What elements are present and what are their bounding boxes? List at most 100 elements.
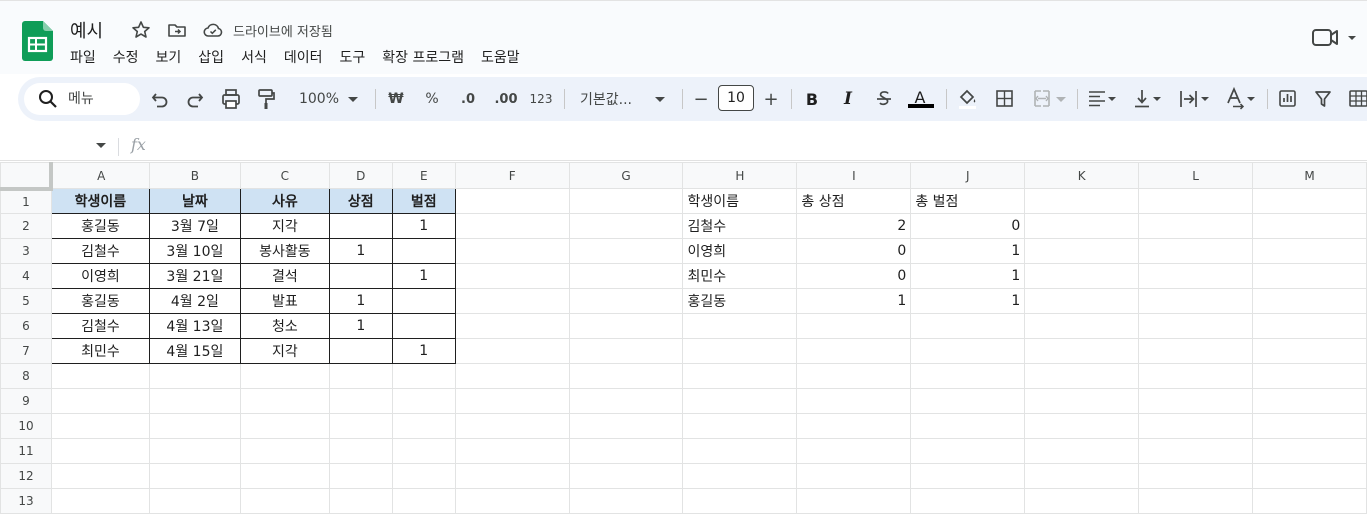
cell[interactable] [910,388,1026,414]
cell[interactable] [1138,363,1253,389]
cell-k4[interactable] [1024,263,1140,289]
cell-l7[interactable] [1138,338,1253,364]
cell[interactable] [239,413,330,439]
cell[interactable] [454,488,570,514]
cell[interactable] [1138,413,1253,439]
cell-k1[interactable] [1024,188,1140,214]
cell[interactable] [391,388,456,414]
cell[interactable] [682,488,798,514]
cell-a1[interactable]: 학생이름 [50,188,150,214]
cell-d2[interactable] [328,213,393,239]
cell-d4[interactable] [328,263,393,289]
cell[interactable] [682,438,798,464]
cell-m5[interactable] [1252,288,1367,314]
cell-l5[interactable] [1138,288,1253,314]
cell-d5[interactable]: 1 [328,288,393,314]
chevron-down-icon[interactable] [347,77,359,121]
cell-d1[interactable]: 상점 [328,188,393,214]
cell-g4[interactable] [568,263,684,289]
sheets-logo-icon[interactable] [22,21,53,61]
cell[interactable] [50,488,150,514]
cell-k5[interactable] [1024,288,1140,314]
cell-f6[interactable] [454,313,570,339]
cell[interactable] [328,488,393,514]
cell-d6[interactable]: 1 [328,313,393,339]
move-folder-icon[interactable] [167,20,187,40]
currency-format-button[interactable]: ₩ [386,77,406,121]
cell[interactable] [568,488,684,514]
cell[interactable] [239,463,330,489]
row-header[interactable]: 2 [0,213,52,239]
cell-k2[interactable] [1024,213,1140,239]
cell-j2[interactable]: 0 [910,213,1026,239]
cell-f1[interactable] [454,188,570,214]
cell[interactable] [910,413,1026,439]
increase-decimal-button[interactable]: .00 [493,77,519,121]
italic-button[interactable]: I [840,77,856,121]
cell-j5[interactable]: 1 [910,288,1026,314]
cell-j7[interactable] [910,338,1026,364]
cell-f7[interactable] [454,338,570,364]
cell-h1[interactable]: 학생이름 [682,188,798,214]
cell-l1[interactable] [1138,188,1253,214]
cell[interactable] [391,413,456,439]
cell-i3[interactable]: 0 [796,238,912,264]
cell-m1[interactable] [1252,188,1367,214]
row-header[interactable]: 11 [0,438,52,464]
cell-k6[interactable] [1024,313,1140,339]
cell[interactable] [239,488,330,514]
cell[interactable] [1024,363,1140,389]
cell-i5[interactable]: 1 [796,288,912,314]
cell-m7[interactable] [1252,338,1367,364]
cell[interactable] [910,488,1026,514]
cell-e6[interactable] [391,313,456,339]
decrease-font-size-button[interactable]: − [692,77,710,121]
cell[interactable] [1252,488,1367,514]
cell[interactable] [148,463,241,489]
cell-b4[interactable]: 3월 21일 [148,263,241,289]
cell[interactable] [910,363,1026,389]
column-header-j[interactable]: J [910,162,1026,189]
cell-d7[interactable] [328,338,393,364]
cell[interactable] [239,388,330,414]
cell-f3[interactable] [454,238,570,264]
cell[interactable] [568,388,684,414]
cell-i1[interactable]: 총 상점 [796,188,912,214]
menu-data[interactable]: 데이터 [284,47,323,67]
font-family-select[interactable]: 기본값... [580,77,644,121]
cell[interactable] [1138,463,1253,489]
borders-icon[interactable] [994,77,1014,121]
cell[interactable] [148,388,241,414]
font-size-input[interactable]: 10 [718,85,754,111]
cell-i4[interactable]: 0 [796,263,912,289]
row-header[interactable]: 8 [0,363,52,389]
cell[interactable] [568,363,684,389]
cell[interactable] [796,413,912,439]
document-title[interactable]: 예시 [70,17,103,43]
name-box-dropdown-icon[interactable] [95,140,107,150]
cell-g6[interactable] [568,313,684,339]
cell-a5[interactable]: 홍길동 [50,288,150,314]
cell[interactable] [796,488,912,514]
cell[interactable] [148,363,241,389]
cell-e7[interactable]: 1 [391,338,456,364]
cell-c7[interactable]: 지각 [239,338,330,364]
cell-e2[interactable]: 1 [391,213,456,239]
column-header-b[interactable]: B [148,162,241,189]
fill-color-icon[interactable] [956,77,978,121]
cell[interactable] [148,438,241,464]
cell[interactable] [796,463,912,489]
menu-file[interactable]: 파일 [70,47,96,67]
cell-f2[interactable] [454,213,570,239]
cell-i7[interactable] [796,338,912,364]
cell[interactable] [454,438,570,464]
cell[interactable] [391,363,456,389]
cell[interactable] [1252,413,1367,439]
number-format-button[interactable]: 123 [529,77,553,121]
row-header[interactable]: 12 [0,463,52,489]
cell-j3[interactable]: 1 [910,238,1026,264]
row-header[interactable]: 10 [0,413,52,439]
cell[interactable] [50,463,150,489]
cell[interactable] [50,413,150,439]
cell[interactable] [454,363,570,389]
